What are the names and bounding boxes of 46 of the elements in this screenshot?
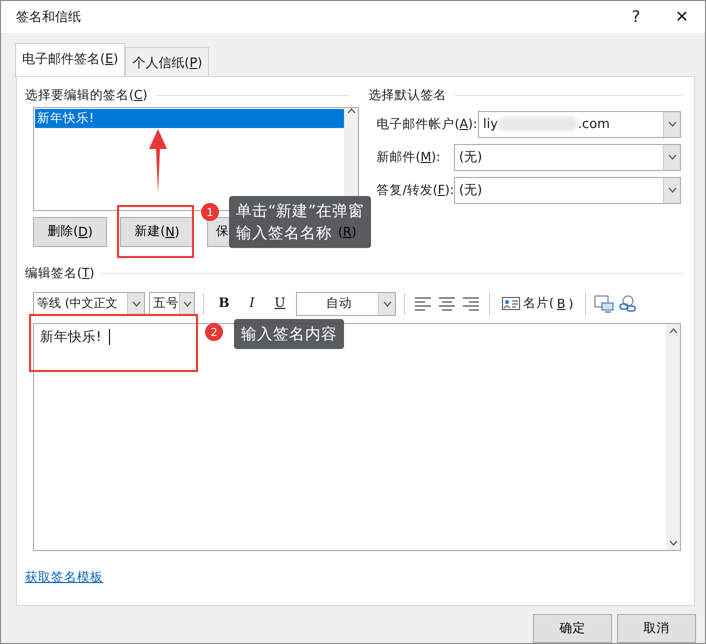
signature-button[interactable]: 新建(N) [120, 216, 194, 247]
picture-icon[interactable] [594, 294, 614, 313]
link-icon[interactable] [618, 294, 638, 313]
section-heading: 编辑签名(T) [25, 265, 94, 282]
dropdown-field[interactable]: liy .com [478, 110, 681, 138]
align-right-icon[interactable] [461, 296, 481, 311]
section-heading: 选择要编辑的签名(C) [25, 87, 148, 104]
size-dropdown[interactable]: 五号 [149, 292, 195, 316]
bold-button[interactable]: B [212, 296, 236, 312]
business-card-button[interactable]: 名片(B) [498, 295, 578, 312]
scroll-bar[interactable] [666, 324, 680, 550]
tab[interactable]: 电子邮件签名(E) [15, 42, 126, 78]
chevron-up-icon [668, 328, 678, 334]
ok-button[interactable]: 确定 [533, 614, 612, 643]
underline-button[interactable]: U [268, 296, 292, 312]
chevron-down-icon [382, 300, 392, 307]
color-dropdown[interactable]: 自动 [296, 292, 396, 316]
align-center-icon[interactable] [437, 296, 457, 311]
signature-text: 新年快乐! [40, 328, 110, 346]
contact-card-icon [502, 297, 520, 310]
chevron-down-icon [132, 300, 140, 307]
chevron-up-icon [346, 108, 356, 114]
chevron-down-icon [668, 187, 676, 194]
help-button[interactable]: ? [613, 7, 659, 26]
align-left-icon[interactable] [413, 296, 433, 311]
window-title: 签名和信纸 [16, 8, 82, 26]
chevron-down-icon [668, 540, 678, 546]
font-dropdown[interactable]: 等线 (中文正文 [33, 292, 145, 316]
field-label: 电子邮件帐户(A): [376, 116, 478, 133]
callout-text: 输入签名内容 [241, 324, 337, 345]
italic-button[interactable]: I [240, 296, 264, 312]
callout-text: 输入签名名称 [236, 223, 332, 244]
cancel-button[interactable]: 取消 [617, 614, 696, 643]
section-heading: 选择默认签名 [368, 87, 447, 104]
chevron-down-icon [668, 121, 676, 128]
tab[interactable]: 个人信纸(P) [125, 46, 210, 77]
chevron-down-icon [668, 154, 676, 160]
dropdown-field[interactable]: (无) [454, 176, 681, 204]
field-label: 新邮件(M): [376, 148, 440, 166]
field-label: 答复/转发(F): [376, 182, 454, 199]
chevron-down-icon [182, 300, 192, 307]
dropdown-field[interactable]: (无) [454, 144, 681, 171]
template-link[interactable]: 获取签名模板 [25, 568, 103, 586]
close-button[interactable]: ✕ [659, 7, 705, 26]
signature-item[interactable]: 新年快乐! [35, 108, 344, 128]
signature-button[interactable]: 删除(D) [33, 216, 107, 247]
